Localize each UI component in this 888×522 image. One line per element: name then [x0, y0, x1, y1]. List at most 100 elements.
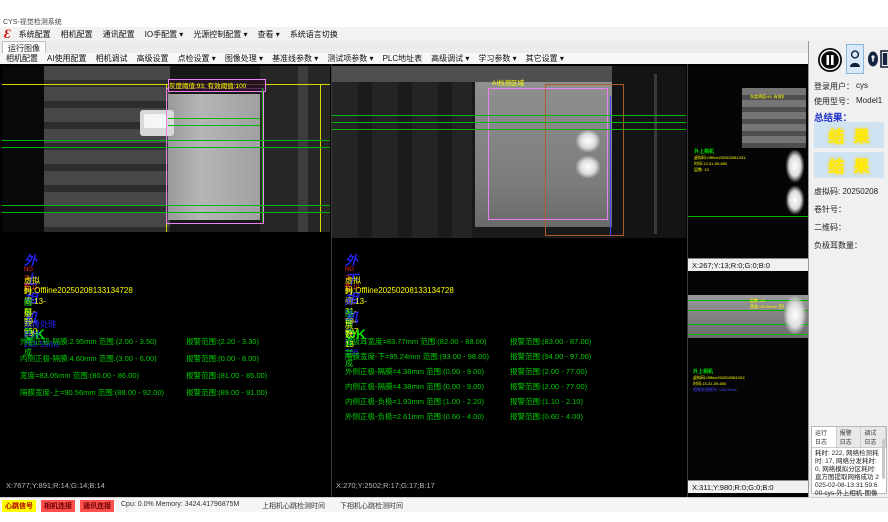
reflection-blob [786, 186, 804, 214]
qr-code-label: 二维码： [814, 222, 846, 233]
measure-line [320, 84, 321, 232]
log-scrollbar[interactable] [882, 439, 885, 479]
upper-camera-heartbeat: 上相机心跳检测时间 [262, 501, 325, 511]
measurement-row: 内侧正极-负极=1.93mm 范围:(1.00 - 2.20) [345, 396, 484, 407]
baseline [332, 129, 686, 130]
menu-io-config[interactable]: IO手配置 ▾ [145, 29, 184, 40]
tool-camera-config[interactable]: 相机配置 [6, 53, 38, 64]
alarm-range: 报警范围:(83.00 - 87.00) [510, 336, 591, 347]
tool-ai-config[interactable]: AI使用配置 [47, 53, 87, 64]
right-top-coords-strip: X:267;Y:13;R:0;G:0;B:0 [688, 258, 808, 271]
right-top-camera-preview[interactable]: 灰度阈值:93, 有效阈值:100 外上相机 虚拟码:Offline202502… [688, 66, 808, 258]
machine-texture [332, 82, 472, 238]
alarm-range: 报警范围:(0.00 - 8.00) [186, 353, 259, 364]
tool-test-params[interactable]: 测试项参数 ▾ [327, 53, 373, 64]
edge-line [168, 118, 260, 119]
lock-icon [867, 50, 879, 68]
mini-info-line: 虚拟码:Offline20250208133134728 [694, 155, 746, 160]
measurement-row: 内侧正极-隔膜=4.38mm 范围:(0.00 - 9.00) [345, 381, 484, 392]
log-tab-alarm[interactable]: 报警日志 [837, 427, 862, 447]
mini-camera-title: 外上相机 [693, 368, 713, 375]
menu-camera-config[interactable]: 相机配置 [61, 29, 93, 40]
edge-line [168, 125, 260, 126]
mini-threshold-label: 灰度阈值:93, 有效阈值:100 [750, 94, 784, 100]
mini-info-line: 时间:13-31-59-650 [693, 381, 745, 386]
tool-plc-address[interactable]: PLC地址表 [383, 53, 423, 64]
exit-door-icon [880, 50, 888, 68]
reflection-blob [786, 150, 804, 182]
tool-spotcheck-settings[interactable]: 点检设置 ▾ [178, 53, 216, 64]
result-display-2: 结果 [814, 152, 884, 178]
blue-measure-line [610, 96, 611, 236]
measurement-row: 隔膜宽度-上=90.56mm 范围:(88.00 - 92.00) [20, 387, 164, 398]
reflection-blob [576, 130, 600, 152]
baseline [688, 334, 808, 335]
roi-rect [488, 88, 608, 220]
mini-info-line: 时间:13-31-59-650 [694, 161, 746, 166]
right-top-pixel-coords: X:267;Y:13;R:0;G:0;B:0 [692, 261, 770, 270]
heartbeat-status-badge: 心跳信号 [2, 500, 36, 512]
center-pixel-coords: X:270;Y:2502;R:17;G:17;B:17 [336, 481, 435, 490]
mini-camera-title: 外上相机 [694, 148, 714, 155]
right-bottom-pixel-coords: X:311;Y:980;R:0;G:0;B:0 [692, 483, 774, 492]
menu-language-switch[interactable]: 系统语言切换 [290, 29, 338, 40]
log-tab-run[interactable]: 运行日志 [812, 427, 837, 447]
mini-info-line: 层数: 13 [694, 167, 746, 172]
model-value: Model1 [856, 96, 882, 105]
alarm-range: 报警范围:(2.20 - 3.30) [186, 336, 259, 347]
measurement-row: 内侧正极-隔膜:4.60mm 范围:(3.00 - 6.00) [20, 353, 157, 364]
tool-other-settings[interactable]: 其它设置 ▾ [526, 53, 564, 64]
alarm-range: 报警范围:(89.00 - 91.00) [186, 387, 267, 398]
center-camera-image[interactable]: AI检测区域 [332, 66, 686, 238]
tool-camera-debug[interactable]: 相机调试 [96, 53, 128, 64]
menu-light-config[interactable]: 光源控制配置 ▾ [193, 29, 247, 40]
menu-view[interactable]: 查看 ▾ [258, 29, 280, 40]
machine-texture [298, 66, 308, 232]
menu-comm-config[interactable]: 通讯配置 [103, 29, 135, 40]
status-bar: 心跳信号 相机连接 通讯连接 Cpu: 0.0% Memory: 3424.41… [0, 497, 888, 512]
login-user-label: 登录用户： [814, 81, 854, 92]
pause-button[interactable] [815, 45, 844, 74]
mini-info-line: 图像处理耗时: 258.59ms [693, 387, 745, 392]
login-user-value: cys [856, 81, 868, 90]
log-panel: 运行日志 报警日志 调试日志 耗时: 222, 网络检测耗时: 17, 网络分发… [811, 426, 887, 494]
window-title: CYS-视觉检测系统 [3, 17, 62, 27]
alarm-range: 报警范围:(81.00 - 85.00) [186, 370, 267, 381]
virtual-code-label: 虚拟码: 20250208 [814, 186, 878, 197]
gripper-part [144, 114, 166, 128]
alarm-range: 报警范围:(1.10 - 2.10) [510, 396, 583, 407]
right-bottom-camera-preview[interactable]: 层数: 13 宽度=83.05mm 范围:(80.00 - 86.00) 外上相… [688, 272, 808, 480]
user-icon [849, 50, 861, 68]
tool-image-processing[interactable]: 图像处理 ▾ [225, 53, 263, 64]
log-tabs: 运行日志 报警日志 调试日志 [812, 427, 886, 448]
camera-connection-badge: 相机连接 [41, 500, 75, 512]
mini-info-line: 虚拟码:Offline20250208133134728 [693, 375, 745, 380]
comm-connection-badge: 通讯连接 [80, 500, 114, 512]
user-login-button[interactable] [846, 44, 864, 74]
left-camera-image[interactable]: 灰度阈值:93, 有效阈值:100 [2, 66, 330, 232]
measurement-row: 宽度=83.05mm 范围:(80.00 - 86.00) [20, 370, 139, 381]
baseline [2, 140, 330, 141]
machine-texture [654, 74, 657, 234]
ai-region-label: AI检测区域 [492, 77, 524, 87]
tool-baseline-params[interactable]: 基准线参数 ▾ [272, 53, 318, 64]
alarm-range: 报警范围:(2.00 - 77.00) [510, 381, 587, 392]
tool-advanced-settings[interactable]: 高级设置 [137, 53, 169, 64]
machine-texture [2, 66, 44, 232]
roi-rect [166, 88, 264, 224]
cpu-memory-status: Cpu: 0.0% Memory: 3424.41796875M [121, 501, 239, 508]
left-pixel-coords: X:7677;Y:891;R:14;G:14;B:14 [6, 481, 105, 490]
baseline [332, 115, 686, 116]
result-text: 结果 [819, 153, 878, 177]
exit-button[interactable] [879, 44, 888, 74]
reflection-blob [784, 296, 806, 334]
measurement-row: 外侧正极-隔膜:2.95mm 范围:(2.00 - 3.50) [20, 336, 157, 347]
baseline [332, 122, 686, 123]
measurement-row: 上极耳宽度=83.77mm 范围:(82.00 - 88.00) [345, 336, 487, 347]
tool-advanced-debug[interactable]: 高级调试 ▾ [431, 53, 469, 64]
menu-system-config[interactable]: 系统配置 [19, 29, 51, 40]
tool-learning-params[interactable]: 学习参数 ▾ [478, 53, 516, 64]
mini-measure-label: 层数: 13 [750, 298, 784, 303]
baseline [688, 216, 808, 217]
virtual-code-value: 20250208 [842, 187, 878, 196]
